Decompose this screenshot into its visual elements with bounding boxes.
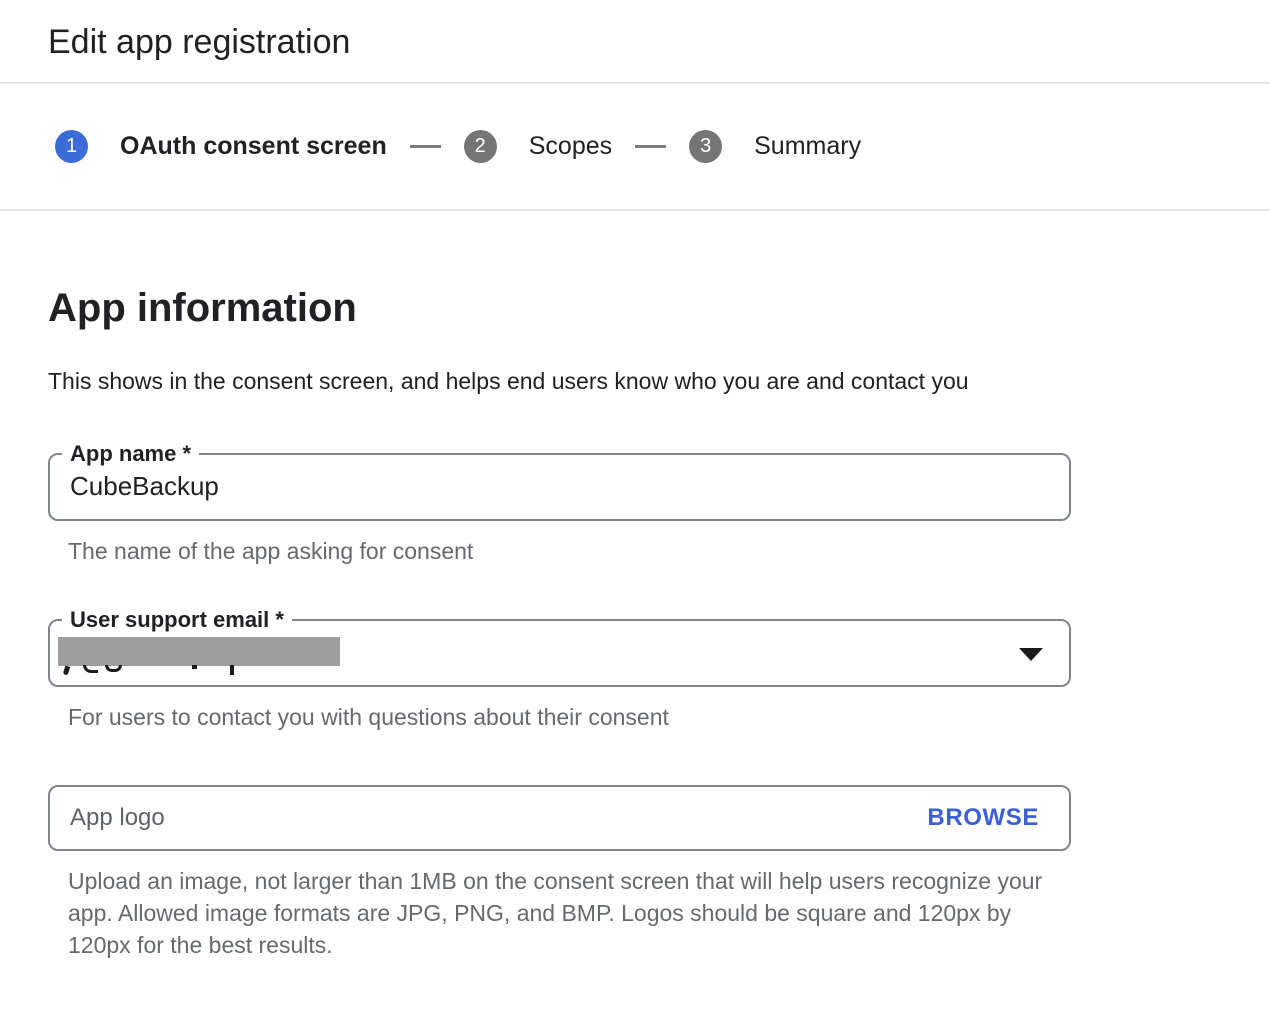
app-name-label: App name * bbox=[62, 439, 199, 469]
support-email-field[interactable]: User support email * bbox=[48, 619, 1071, 687]
app-registration-form: App name * CubeBackup The name of the ap… bbox=[48, 453, 1071, 961]
redaction-glyph-fragment bbox=[230, 665, 234, 675]
page-header: Edit app registration bbox=[0, 0, 1270, 84]
step-3-circle: 3 bbox=[689, 130, 722, 163]
app-logo-field[interactable]: App logo BROWSE bbox=[48, 785, 1071, 851]
step-1-label: OAuth consent screen bbox=[120, 132, 387, 161]
page-title: Edit app registration bbox=[48, 22, 1222, 62]
step-summary[interactable]: 3 Summary bbox=[689, 130, 861, 163]
support-email-label: User support email * bbox=[62, 605, 292, 635]
support-email-helper: For users to contact you with questions … bbox=[68, 701, 1071, 733]
step-3-label: Summary bbox=[754, 132, 861, 161]
redaction-glyph-fragment bbox=[63, 665, 71, 675]
redacted-email-value bbox=[58, 637, 340, 666]
step-2-label: Scopes bbox=[529, 132, 612, 161]
step-1-circle: 1 bbox=[55, 130, 88, 163]
stepper: 1 OAuth consent screen 2 Scopes 3 Summar… bbox=[0, 84, 1270, 211]
redaction-glyph-fragment bbox=[83, 665, 98, 673]
app-name-field[interactable]: App name * CubeBackup bbox=[48, 453, 1071, 521]
step-2-circle: 2 bbox=[464, 130, 497, 163]
step-oauth-consent-screen[interactable]: 1 OAuth consent screen bbox=[55, 130, 387, 163]
dropdown-arrow-icon[interactable] bbox=[1019, 648, 1043, 661]
app-name-value[interactable]: CubeBackup bbox=[50, 455, 1069, 517]
browse-button[interactable]: BROWSE bbox=[927, 804, 1039, 832]
main-content: App information This shows in the consen… bbox=[0, 285, 1270, 961]
step-scopes[interactable]: 2 Scopes bbox=[464, 130, 612, 163]
app-logo-placeholder: App logo bbox=[70, 804, 165, 832]
step-connector bbox=[410, 145, 441, 148]
section-description: This shows in the consent screen, and he… bbox=[48, 361, 1058, 401]
redaction-glyph-fragment bbox=[105, 665, 122, 672]
section-heading: App information bbox=[48, 285, 1222, 331]
redaction-glyph-fragment bbox=[192, 665, 197, 669]
app-name-helper: The name of the app asking for consent bbox=[68, 535, 1071, 567]
app-logo-helper: Upload an image, not larger than 1MB on … bbox=[68, 865, 1063, 961]
step-connector bbox=[635, 145, 666, 148]
